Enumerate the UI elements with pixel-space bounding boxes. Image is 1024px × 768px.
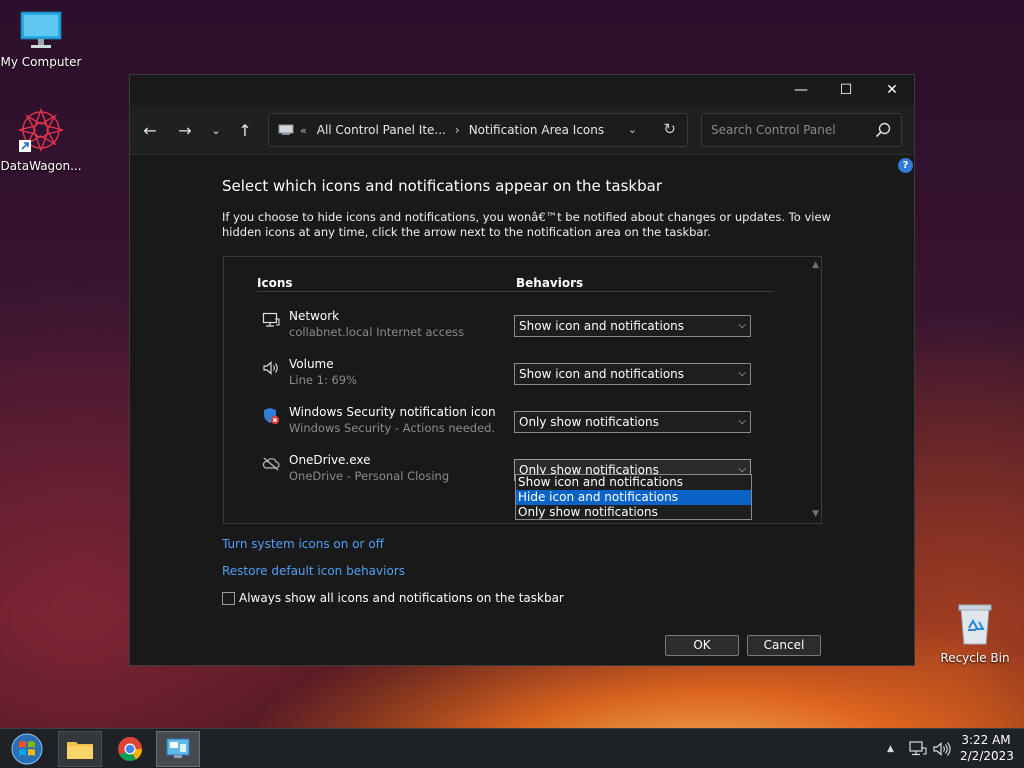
start-button[interactable] xyxy=(6,731,48,767)
scroll-down-arrow-icon[interactable]: ▼ xyxy=(812,509,819,519)
volume-tray-icon[interactable] xyxy=(933,729,953,768)
windows-logo-icon xyxy=(11,733,43,765)
column-header-behaviors: Behaviors xyxy=(516,276,584,290)
close-button[interactable]: ✕ xyxy=(869,75,915,105)
search-icon[interactable] xyxy=(875,122,891,138)
desktop-icon-label: My Computer xyxy=(0,55,82,69)
show-hidden-icons-chevron-icon[interactable]: ▲ xyxy=(887,729,894,768)
breadcrumb-overflow-icon[interactable]: « xyxy=(300,124,307,137)
taskbar-control-panel[interactable] xyxy=(156,731,200,767)
network-tray-icon[interactable] xyxy=(909,729,927,768)
breadcrumb-notification-area-icons[interactable]: Notification Area Icons xyxy=(469,123,604,137)
column-header-icons: Icons xyxy=(257,276,293,290)
behavior-select-network[interactable]: Show icon and notifications ⌵ xyxy=(514,315,751,337)
behavior-select-windows-security[interactable]: Only show notifications ⌵ xyxy=(514,411,751,433)
desktop-icon-label: Recycle Bin xyxy=(940,651,1010,665)
address-dropdown-chevron-icon[interactable]: ⌄ xyxy=(628,123,637,136)
icon-row-volume: Volume Line 1: 69% Show icon and notific… xyxy=(224,357,804,397)
ok-button[interactable]: OK xyxy=(665,635,739,656)
turn-system-icons-link[interactable]: Turn system icons on or off xyxy=(222,537,384,551)
chevron-down-icon: ⌵ xyxy=(738,368,746,379)
taskbar-file-explorer[interactable] xyxy=(58,731,102,767)
search-input[interactable] xyxy=(703,115,863,145)
folder-icon xyxy=(67,742,93,759)
clock-time: 3:22 AM xyxy=(961,733,1011,747)
icon-row-windows-security: Windows Security notification icon Windo… xyxy=(224,405,804,445)
recycle-bin-icon xyxy=(958,604,992,645)
behavior-dropdown-list: Show icon and notifications Hide icon an… xyxy=(515,474,752,520)
restore-default-behaviors-link[interactable]: Restore default icon behaviors xyxy=(222,564,405,578)
desktop-icon-datawagon[interactable]: DataWagon... xyxy=(0,106,82,173)
dropdown-option-only-notifications[interactable]: Only show notifications xyxy=(516,505,751,520)
minimize-button[interactable]: — xyxy=(778,75,824,105)
breadcrumb-all-control-panel-items[interactable]: All Control Panel Ite... xyxy=(317,123,446,137)
network-monitor-icon xyxy=(909,741,927,756)
icon-row-description: OneDrive - Personal Closing xyxy=(289,469,450,483)
select-value: Show icon and notifications xyxy=(519,319,685,333)
always-show-label[interactable]: Always show all icons and notifications … xyxy=(239,591,564,605)
control-panel-icon xyxy=(166,738,190,758)
back-arrow-icon[interactable]: ← xyxy=(138,119,162,141)
select-value: Only show notifications xyxy=(519,415,659,429)
icon-row-description: Line 1: 69% xyxy=(289,373,358,387)
always-show-checkbox[interactable] xyxy=(222,591,235,605)
maximize-button[interactable]: ☐ xyxy=(823,75,869,105)
taskbar: ▲ 3:22 AM 2/2/2023 xyxy=(0,728,1024,768)
header-divider xyxy=(257,291,773,292)
icon-row-name: Windows Security notification icon xyxy=(289,405,496,419)
icon-row-name: OneDrive.exe xyxy=(289,453,371,467)
content-area: Select which icons and notifications app… xyxy=(130,156,914,666)
speaker-icon xyxy=(263,361,278,375)
title-bar[interactable]: — ☐ ✕ xyxy=(130,75,914,105)
icon-row-name: Network xyxy=(289,309,340,323)
forward-arrow-icon[interactable]: → xyxy=(173,119,197,141)
speaker-icon xyxy=(933,742,951,756)
clock-date: 2/2/2023 xyxy=(960,749,1014,763)
refresh-icon[interactable]: ↻ xyxy=(663,120,676,138)
datawagon-logo-icon xyxy=(18,108,64,152)
icon-row-description: Windows Security - Actions needed. xyxy=(289,421,496,435)
chrome-icon xyxy=(118,737,142,762)
control-panel-icon xyxy=(278,124,294,135)
always-show-option[interactable]: Always show all icons and notifications … xyxy=(222,591,564,605)
behavior-select-volume[interactable]: Show icon and notifications ⌵ xyxy=(514,363,751,385)
icon-row-name: Volume xyxy=(289,357,334,371)
chevron-down-icon: ⌵ xyxy=(738,416,746,427)
desktop-icon-my-computer[interactable]: My Computer xyxy=(0,10,82,69)
search-box[interactable] xyxy=(701,113,902,147)
shield-warning-icon xyxy=(264,408,280,425)
network-monitor-icon xyxy=(262,312,280,327)
icon-row-description: collabnet.local Internet access xyxy=(289,325,465,339)
taskbar-chrome[interactable] xyxy=(108,731,152,767)
monitor-icon xyxy=(20,11,62,48)
desktop-icon-label: DataWagon... xyxy=(0,159,82,173)
address-bar[interactable]: « All Control Panel Ite... › Notificatio… xyxy=(268,113,688,147)
recent-locations-chevron-icon[interactable]: ⌄ xyxy=(204,119,228,141)
page-description: If you choose to hide icons and notifica… xyxy=(222,210,831,239)
cancel-button[interactable]: Cancel xyxy=(747,635,821,656)
cloud-off-icon xyxy=(262,457,280,471)
breadcrumb-separator-icon[interactable]: › xyxy=(455,123,460,137)
dropdown-option-hide[interactable]: Hide icon and notifications xyxy=(516,490,751,505)
dropdown-option-show[interactable]: Show icon and notifications xyxy=(516,475,751,490)
icon-row-network: Network collabnet.local Internet access … xyxy=(224,309,804,349)
navigation-bar: ← → ⌄ ↑ « All Control Panel Ite... › Not… xyxy=(130,105,914,155)
notification-area-icons-window: — ☐ ✕ ← → ⌄ ↑ « All Control Panel Ite...… xyxy=(129,74,915,666)
desktop-icon-recycle-bin[interactable]: Recycle Bin xyxy=(934,602,1016,665)
select-value: Show icon and notifications xyxy=(519,367,685,381)
scroll-up-arrow-icon[interactable]: ▲ xyxy=(812,260,819,270)
taskbar-clock[interactable]: 3:22 AM 2/2/2023 xyxy=(960,732,1014,764)
chevron-down-icon: ⌵ xyxy=(738,320,746,331)
up-arrow-icon[interactable]: ↑ xyxy=(233,119,257,141)
page-heading: Select which icons and notifications app… xyxy=(222,177,662,195)
